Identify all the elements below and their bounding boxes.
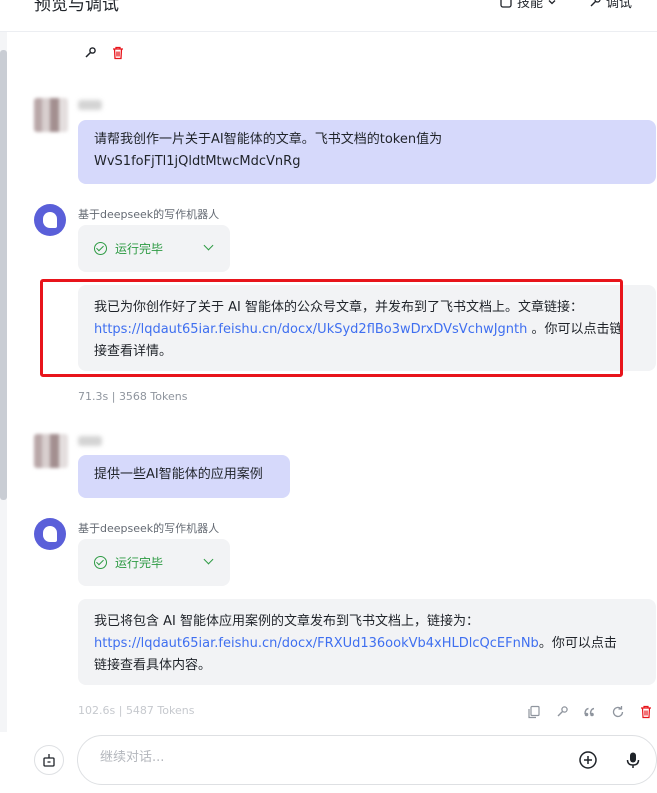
user-message-bubble: 请帮我创作一片关于AI智能体的文章。飞书文档的token值为 WvS1foFjT… (78, 120, 656, 184)
response-time: 71.3s (78, 390, 109, 403)
bot-message-text: 。你可以点击 (538, 636, 617, 651)
user-message-bubble: 提供一些AI智能体的应用案例 (78, 455, 290, 498)
debug-label: 调试 (606, 0, 633, 11)
response-time: 102.6s (78, 704, 116, 717)
skills-icon (500, 0, 512, 8)
quote-icon[interactable] (582, 704, 598, 720)
user-message-line: 请帮我创作一片关于AI智能体的文章。飞书文档的token值为 (94, 132, 443, 147)
chevron-down-icon (203, 240, 214, 251)
doc-link[interactable]: https://lqdaut65iar.feishu.cn/docx/FRXUd… (94, 636, 539, 651)
skills-label: 技能 (517, 0, 544, 11)
wrench-icon (590, 0, 601, 6)
debug-button[interactable]: 调试 (588, 0, 632, 11)
broom-icon (43, 754, 55, 767)
bot-message-text: 链接查看具体内容。 (94, 658, 212, 673)
add-attachment-icon[interactable] (578, 750, 598, 770)
user-avatar (34, 98, 68, 132)
run-status-label: 运行完毕 (115, 242, 164, 256)
message-input[interactable] (100, 750, 540, 765)
user-name-redacted (78, 100, 102, 110)
check-circle-icon (94, 242, 107, 255)
scrollbar-thumb[interactable] (0, 50, 7, 500)
user-message-text: 提供一些AI智能体的应用案例 (94, 467, 263, 482)
chevron-down-icon (203, 554, 214, 565)
run-status-toggle[interactable]: 运行完毕 (78, 539, 230, 586)
panel-title: 预览与调试 (34, 0, 119, 15)
message-meta: 71.3s | 3568 Tokens (78, 390, 187, 403)
check-circle-icon (94, 556, 107, 569)
composer (0, 732, 657, 793)
token-count: 3568 Tokens (118, 390, 188, 403)
bot-message-bubble: 我已将包含 AI 智能体应用案例的文章发布到飞书文档上，链接为： https:/… (78, 599, 656, 685)
refresh-icon[interactable] (610, 704, 626, 720)
meta-divider: | (118, 704, 126, 717)
skills-dropdown[interactable]: 技能 (499, 0, 557, 11)
bot-avatar (34, 204, 66, 236)
chevron-down-icon (548, 0, 556, 4)
user-avatar (34, 434, 68, 468)
user-name-redacted (78, 436, 102, 446)
bot-message-text: 我已将包含 AI 智能体应用案例的文章发布到飞书文档上，链接为： (94, 614, 479, 629)
user-message-line: WvS1foFjTl1jQldtMtwcMdcVnRg (94, 154, 301, 169)
message-actions (526, 704, 654, 720)
bot-avatar (34, 518, 66, 550)
delete-icon[interactable] (638, 704, 654, 720)
bot-name: 基于deepseek的写作机器人 (78, 522, 220, 535)
meta-divider: | (111, 390, 119, 403)
microphone-icon[interactable] (623, 750, 643, 770)
annotation-highlight-box (40, 279, 623, 377)
panel-header: 预览与调试 技能 调试 (0, 0, 657, 32)
message-input-wrapper[interactable] (77, 735, 657, 785)
token-count: 5487 Tokens (125, 704, 195, 717)
previous-message-actions (82, 45, 126, 61)
delete-icon[interactable] (110, 45, 126, 61)
message-meta: 102.6s | 5487 Tokens (78, 704, 194, 717)
bot-name: 基于deepseek的写作机器人 (78, 208, 220, 221)
copy-icon[interactable] (526, 704, 542, 720)
wrench-icon[interactable] (82, 45, 98, 61)
clear-context-button[interactable] (34, 745, 64, 775)
run-status-toggle[interactable]: 运行完毕 (78, 225, 230, 272)
run-status-label: 运行完毕 (115, 556, 164, 570)
wrench-icon[interactable] (554, 704, 570, 720)
